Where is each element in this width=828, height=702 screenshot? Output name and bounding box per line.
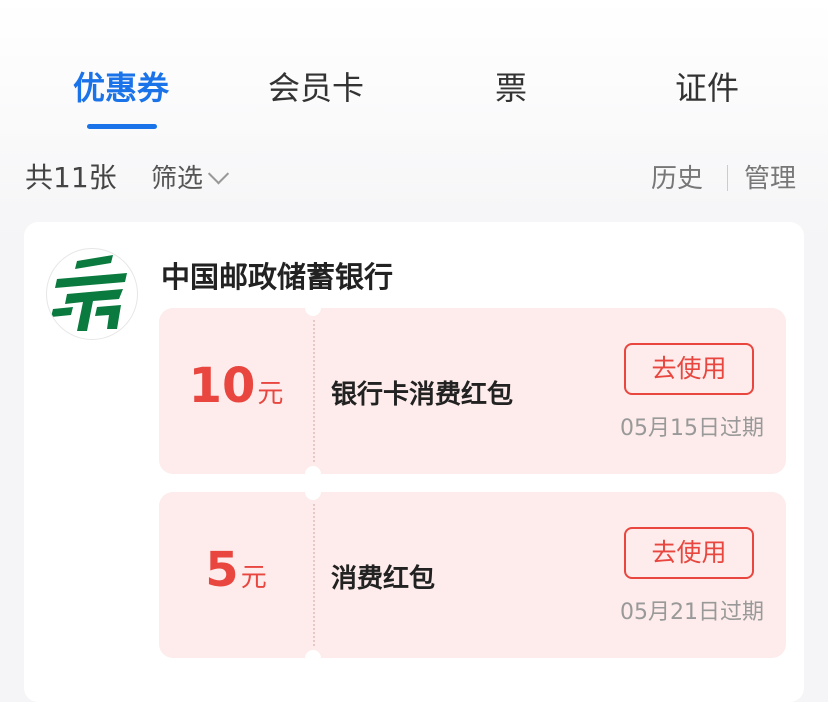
coupon-item[interactable]: 5元 消费红包 去使用 05月21日过期	[159, 484, 786, 666]
tab-coupons[interactable]: 优惠券	[31, 64, 211, 112]
coupon-title: 银行卡消费红包	[331, 380, 514, 410]
tab-membership-cards[interactable]: 会员卡	[226, 64, 406, 112]
use-coupon-button[interactable]: 去使用	[624, 343, 754, 395]
use-coupon-button[interactable]: 去使用	[624, 527, 754, 579]
filter-button[interactable]: 筛选	[151, 158, 230, 195]
history-link[interactable]: 历史	[651, 158, 703, 195]
china-post-logo-icon	[46, 248, 138, 340]
manage-link[interactable]: 管理	[744, 158, 796, 195]
amount-unit: 元	[240, 563, 267, 593]
coupon-title: 消费红包	[331, 564, 436, 594]
ticket-notch	[305, 300, 321, 316]
amount-value: 5	[205, 542, 239, 598]
coupon-amount: 5元	[159, 542, 313, 598]
tab-documents[interactable]: 证件	[617, 64, 797, 112]
amount-value: 10	[188, 358, 256, 414]
ticket-divider	[313, 320, 315, 462]
tab-tickets[interactable]: 票	[421, 64, 601, 112]
chevron-down-icon	[207, 163, 230, 185]
coupon-expiry: 05月21日过期	[620, 600, 764, 625]
amount-unit: 元	[257, 379, 284, 409]
ticket-notch	[305, 650, 321, 666]
filter-label: 筛选	[151, 164, 204, 194]
coupon-count: 共11张	[25, 161, 117, 194]
bank-name: 中国邮政储蓄银行	[161, 260, 394, 294]
divider	[727, 165, 728, 191]
ticket-notch	[305, 466, 321, 482]
coupon-card: 中国邮政储蓄银行 10元 银行卡消费红包 去使用 05月15日过期 5元 消费红…	[24, 222, 804, 702]
coupon-amount: 10元	[159, 358, 313, 414]
ticket-divider	[313, 504, 315, 646]
ticket-notch	[305, 484, 321, 500]
coupon-item[interactable]: 10元 银行卡消费红包 去使用 05月15日过期	[159, 300, 786, 482]
filter-row: 共11张 筛选 历史 管理	[0, 150, 828, 198]
coupon-expiry: 05月15日过期	[620, 416, 764, 441]
active-tab-indicator	[87, 124, 157, 129]
